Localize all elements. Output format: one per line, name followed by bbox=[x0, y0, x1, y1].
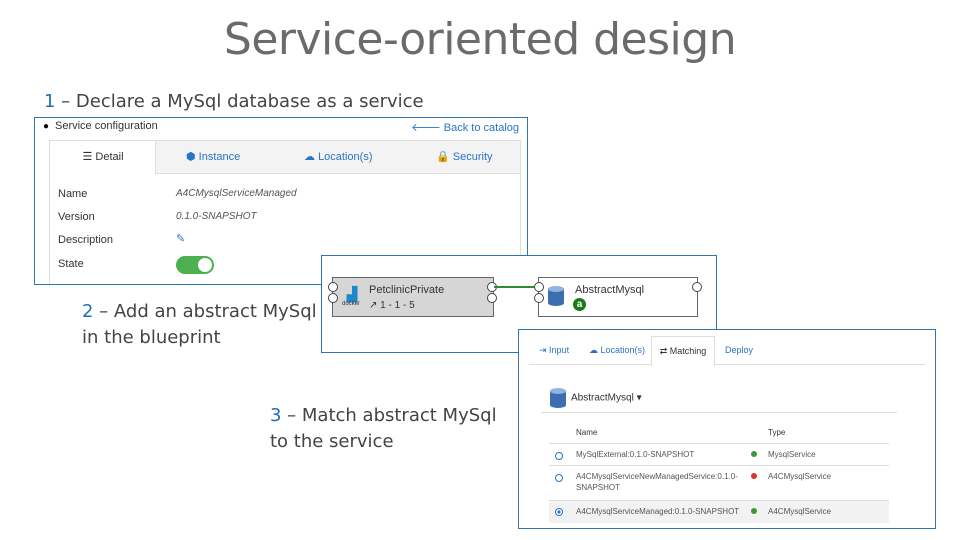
row-type: A4CMysqlService bbox=[768, 507, 832, 516]
node-a-version-text: 1 - 1 - 5 bbox=[380, 300, 415, 311]
node-a-version: ↗ 1 - 1 - 5 bbox=[369, 300, 415, 311]
step-3-number: 3 bbox=[270, 405, 282, 426]
scale-arrow-icon: ↗ bbox=[369, 300, 381, 311]
tab-deploy[interactable]: Deploy bbox=[725, 336, 753, 364]
tab-input-label: Input bbox=[549, 345, 570, 355]
node-a-port[interactable] bbox=[487, 293, 497, 303]
row-name-continued: SNAPSHOT bbox=[576, 483, 621, 492]
node-petclinic-private[interactable]: ▟ docker PetclinicPrivate ↗ 1 - 1 - 5 bbox=[332, 277, 494, 317]
cloud-icon: ☁ bbox=[589, 345, 601, 355]
database-icon bbox=[548, 286, 564, 306]
field-label-description: Description bbox=[58, 234, 114, 246]
tab-input[interactable]: ⇥ Input bbox=[539, 336, 569, 364]
step-3-line1: – Match abstract MySql bbox=[281, 405, 497, 426]
step-1: 1 – Declare a MySql database as a servic… bbox=[44, 89, 424, 115]
back-link-label: Back to catalog bbox=[443, 122, 519, 134]
status-dot bbox=[751, 508, 757, 514]
node-b-port[interactable] bbox=[534, 282, 544, 292]
table-row[interactable]: MySqlExternal:0.1.0-SNAPSHOT MysqlServic… bbox=[549, 443, 889, 466]
row-name: A4CMysqlServiceNewManagedService:0.1.0- bbox=[576, 472, 738, 481]
selected-node-label: AbstractMysql bbox=[571, 392, 634, 404]
tab-deploy-label: Deploy bbox=[725, 345, 754, 355]
step-2-number: 2 bbox=[82, 301, 94, 322]
row-type: MysqlService bbox=[768, 450, 816, 459]
step-1-text: – Declare a MySql database as a service bbox=[55, 91, 424, 112]
matching-panel: ⇥ Input ☁ Location(s) ⇄ Matching Deploy … bbox=[518, 329, 936, 529]
tab-locations-label: Location(s) bbox=[318, 151, 373, 163]
abstract-badge: a bbox=[573, 298, 586, 311]
row-name: MySqlExternal:0.1.0-SNAPSHOT bbox=[576, 450, 695, 459]
divider bbox=[541, 412, 897, 413]
tab-detail[interactable]: ☰ Detail bbox=[50, 141, 156, 174]
node-b-port[interactable] bbox=[692, 282, 702, 292]
tab-locations[interactable]: ☁ Location(s) bbox=[304, 141, 372, 173]
deployment-tabs: ⇥ Input ☁ Location(s) ⇄ Matching Deploy bbox=[529, 336, 925, 366]
status-dot bbox=[751, 473, 757, 479]
table-row-selected[interactable]: A4CMysqlServiceManaged:0.1.0-SNAPSHOT A4… bbox=[549, 500, 889, 523]
tab-detail-label: Detail bbox=[95, 151, 124, 163]
tab-matching[interactable]: ⇄ Matching bbox=[651, 336, 715, 366]
panel-header: Service configuration bbox=[55, 120, 158, 132]
back-to-catalog-link[interactable]: 🡐 Back to catalog bbox=[411, 120, 519, 134]
globe-icon: ● bbox=[43, 121, 50, 132]
cube-icon: ⬢ bbox=[186, 151, 199, 163]
exchange-icon: ⇄ bbox=[659, 346, 670, 356]
docker-logo-text: docker bbox=[342, 301, 361, 307]
radio-button[interactable] bbox=[555, 452, 563, 460]
step-1-number: 1 bbox=[44, 91, 56, 112]
step-2-line2: in the blueprint bbox=[82, 327, 221, 348]
field-value-version: 0.1.0-SNAPSHOT bbox=[176, 211, 257, 222]
tab-security-label: Security bbox=[452, 151, 493, 163]
row-name: A4CMysqlServiceManaged:0.1.0-SNAPSHOT bbox=[576, 507, 740, 516]
tab-instance-label: Instance bbox=[198, 151, 241, 163]
database-icon bbox=[550, 388, 566, 408]
node-a-name: PetclinicPrivate bbox=[369, 284, 445, 296]
node-a-port[interactable] bbox=[328, 282, 338, 292]
tab-matching-label: Matching bbox=[669, 346, 707, 356]
step-2: 2 – Add an abstract MySql in the bluepri… bbox=[82, 299, 317, 351]
node-abstract-mysql[interactable]: AbstractMysql a bbox=[538, 277, 698, 317]
radio-button[interactable] bbox=[555, 474, 563, 482]
step-2-line1: – Add an abstract MySql bbox=[93, 301, 317, 322]
status-dot bbox=[751, 451, 757, 457]
cloud-icon: ☁ bbox=[304, 151, 319, 163]
sign-in-icon: ⇥ bbox=[539, 345, 550, 355]
field-label-state: State bbox=[58, 258, 84, 270]
lock-icon: 🔒 bbox=[436, 151, 453, 163]
node-selector-dropdown[interactable]: AbstractMysql ▾ bbox=[549, 387, 642, 409]
table-row[interactable]: A4CMysqlServiceNewManagedService:0.1.0- … bbox=[549, 465, 889, 499]
node-b-port[interactable] bbox=[534, 293, 544, 303]
column-header-name: Name bbox=[576, 428, 598, 437]
field-label-name: Name bbox=[58, 188, 88, 200]
node-a-port[interactable] bbox=[328, 293, 338, 303]
state-toggle[interactable] bbox=[176, 256, 214, 274]
tab-locations[interactable]: ☁ Location(s) bbox=[589, 336, 645, 364]
node-b-name: AbstractMysql bbox=[575, 284, 645, 296]
radio-button-checked[interactable] bbox=[555, 508, 563, 516]
caret-down-icon: ▾ bbox=[633, 392, 642, 404]
row-type: A4CMysqlService bbox=[768, 472, 832, 481]
relationship-link[interactable] bbox=[494, 286, 538, 288]
tab-locations-label: Location(s) bbox=[600, 345, 646, 355]
tab-security[interactable]: 🔒 Security bbox=[436, 141, 493, 173]
edit-icon[interactable]: ✎ bbox=[176, 232, 185, 245]
list-icon: ☰ bbox=[82, 151, 96, 163]
field-value-name: A4CMysqlServiceManaged bbox=[176, 188, 297, 199]
field-label-version: Version bbox=[58, 211, 95, 223]
step-3-line2: to the service bbox=[270, 431, 394, 452]
slide-title: Service-oriented design bbox=[223, 14, 737, 65]
column-header-type: Type bbox=[768, 428, 786, 437]
service-tabs: ☰ Detail ⬢ Instance ☁ Location(s) 🔒 Secu… bbox=[50, 141, 520, 174]
step-3: 3 – Match abstract MySql to the service bbox=[270, 403, 497, 455]
arrow-left-icon: 🡐 bbox=[411, 122, 444, 134]
tab-instance[interactable]: ⬢ Instance bbox=[186, 141, 240, 173]
